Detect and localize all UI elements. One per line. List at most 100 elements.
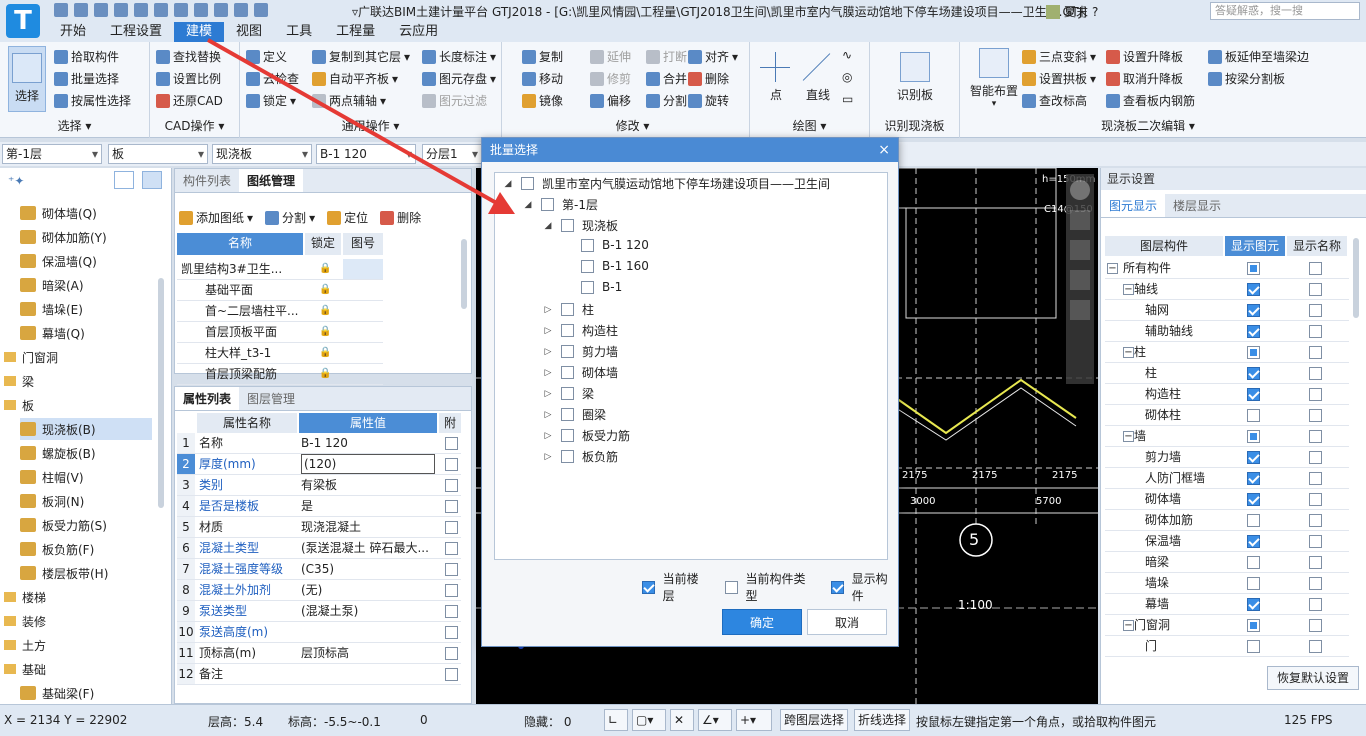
show-element-checkbox[interactable]	[1247, 283, 1260, 296]
delete-drawing-button[interactable]: 删除	[380, 209, 421, 226]
dialog-tree-node[interactable]: ◢ 凯里市室内气膜运动馆地下停车场建设项目——卫生间	[503, 175, 830, 192]
drawing-row-name[interactable]: 凯里结构3#卫生...	[181, 259, 301, 279]
auto-align-slab-button[interactable]: 自动平齐板 ▾	[312, 70, 398, 87]
copy-button[interactable]: 复制	[522, 48, 563, 65]
node-checkbox[interactable]	[581, 280, 594, 294]
show-name-checkbox[interactable]	[1309, 472, 1322, 485]
scrollbar[interactable]	[461, 239, 467, 309]
tree-item[interactable]: 暗梁(A)	[20, 274, 152, 296]
app-logo[interactable]: T	[6, 4, 40, 38]
show-element-checkbox[interactable]	[1247, 577, 1260, 590]
split-button[interactable]: 分割	[646, 92, 687, 109]
cloud-check-button[interactable]: 云检查	[246, 70, 299, 87]
polyline-select-button[interactable]: 折线选择	[854, 709, 911, 731]
show-name-checkbox[interactable]	[1309, 493, 1322, 506]
tree-item[interactable]: 土方	[4, 634, 154, 656]
lock-icon[interactable]: 🔒	[319, 280, 331, 300]
refresh-icon[interactable]	[1070, 300, 1090, 320]
redo-icon[interactable]	[94, 3, 108, 17]
show-name-checkbox[interactable]	[1309, 619, 1322, 632]
tree-item[interactable]: 板	[4, 394, 154, 416]
attach-checkbox[interactable]	[445, 437, 458, 450]
attach-checkbox[interactable]	[445, 584, 458, 597]
lock-icon[interactable]: 🔒	[319, 259, 331, 279]
lock-icon[interactable]: 🔒	[319, 322, 331, 342]
cross-layer-select-button[interactable]: 跨图层选择	[780, 709, 849, 731]
show-name-checkbox[interactable]	[1309, 325, 1322, 338]
scrollbar[interactable]	[1353, 238, 1359, 318]
merge-button[interactable]: 合并	[646, 70, 687, 87]
pencil-icon[interactable]	[194, 3, 208, 17]
dialog-tree-node[interactable]: ▷ 砌体墙	[543, 364, 618, 381]
node-checkbox[interactable]	[561, 450, 574, 463]
show-element-checkbox[interactable]	[1247, 535, 1260, 548]
point-button[interactable]: 点	[760, 52, 792, 103]
property-value[interactable]: 层顶标高	[301, 643, 435, 663]
3d-view-icon[interactable]	[1070, 210, 1090, 230]
property-value[interactable]: B-1 120	[301, 433, 435, 453]
lock-button[interactable]: 锁定 ▾	[246, 92, 296, 109]
snap-toggle[interactable]: ▢▾	[632, 709, 666, 731]
circle-icon[interactable]: ◎	[842, 70, 852, 84]
move-button[interactable]: 移动	[522, 70, 563, 87]
property-value[interactable]: (C35)	[301, 559, 435, 579]
tree-item[interactable]: 板受力筋(S)	[20, 514, 152, 536]
show-name-checkbox[interactable]	[1309, 409, 1322, 422]
tree-item[interactable]: 楼梯	[4, 586, 154, 608]
view-cube-toolbar[interactable]	[1066, 174, 1094, 384]
collapse-icon[interactable]: −	[1123, 620, 1134, 631]
property-value[interactable]: (泵送混凝土 碎石最大...	[301, 538, 435, 558]
tree-item[interactable]: 砌体墙(Q)	[20, 202, 152, 224]
show-element-checkbox[interactable]	[1247, 619, 1260, 632]
drawing-row-name[interactable]: 首层顶板平面	[205, 322, 303, 342]
show-element-checkbox[interactable]	[1247, 493, 1260, 506]
dialog-tree-node[interactable]: ▷ 板受力筋	[543, 427, 630, 444]
offset-button[interactable]: 偏移	[590, 92, 631, 109]
cancel-button[interactable]: 取消	[807, 609, 887, 635]
collapse-icon[interactable]: −	[1123, 347, 1134, 358]
smart-layout-button[interactable]: 智能布置 ▾	[966, 48, 1022, 109]
view-rebar-button[interactable]: 查看板内钢筋	[1106, 92, 1195, 109]
floor-select[interactable]: 第-1层	[2, 144, 102, 164]
drawing-row-name[interactable]: 首层顶梁配筋	[205, 364, 303, 384]
select-by-property-button[interactable]: 按属性选择	[54, 92, 131, 109]
show-name-checkbox[interactable]	[1309, 367, 1322, 380]
ortho-toggle[interactable]: ∟	[604, 709, 628, 731]
attach-checkbox[interactable]	[445, 500, 458, 513]
show-name-checkbox[interactable]	[1309, 514, 1322, 527]
calc-icon[interactable]	[134, 3, 148, 17]
show-element-checkbox[interactable]	[1247, 262, 1260, 275]
show-name-checkbox[interactable]	[1309, 304, 1322, 317]
menu-project-settings[interactable]: 工程设置	[98, 22, 174, 42]
property-value[interactable]: 有梁板	[301, 475, 435, 495]
dialog-tree-node[interactable]: ▷ 板负筋	[543, 448, 618, 465]
collapse-icon[interactable]: −	[1107, 263, 1118, 274]
collapse-icon[interactable]: −	[1123, 431, 1134, 442]
copy-to-floor-button[interactable]: 复制到其它层 ▾	[312, 48, 410, 65]
attach-checkbox[interactable]	[445, 626, 458, 639]
show-name-checkbox[interactable]	[1309, 640, 1322, 653]
node-checkbox[interactable]	[561, 387, 574, 400]
show-name-checkbox[interactable]	[1309, 598, 1322, 611]
node-checkbox[interactable]	[561, 345, 574, 358]
undo-icon[interactable]	[74, 3, 88, 17]
tab-component-list[interactable]: 构件列表	[175, 169, 239, 192]
show-name-checkbox[interactable]	[1309, 388, 1322, 401]
drawing-row-name[interactable]: 首~二层墙柱平...	[205, 301, 303, 321]
align-button[interactable]: 对齐 ▾	[688, 48, 738, 65]
tree-item[interactable]: 砌体加筋(Y)	[20, 226, 152, 248]
batch-select-button[interactable]: 批量选择	[54, 70, 119, 87]
show-element-checkbox[interactable]	[1247, 388, 1260, 401]
tab-layer-management[interactable]: 图层管理	[239, 387, 303, 410]
tree-item[interactable]: 装修	[4, 610, 154, 632]
expand-toggle-icon[interactable]: ▷	[543, 368, 553, 378]
tree-item[interactable]: 幕墙(Q)	[20, 322, 152, 344]
layer-select[interactable]: 分层1	[422, 144, 482, 164]
tree-item[interactable]: 基础梁(F)	[20, 682, 152, 704]
select-button[interactable]: 选择	[8, 46, 46, 112]
current-type-checkbox[interactable]	[724, 580, 738, 594]
show-element-checkbox[interactable]	[1247, 304, 1260, 317]
col-lock[interactable]: 锁定	[305, 233, 341, 255]
tree-item[interactable]: 楼层板带(H)	[20, 562, 152, 584]
show-name-checkbox[interactable]	[1309, 346, 1322, 359]
